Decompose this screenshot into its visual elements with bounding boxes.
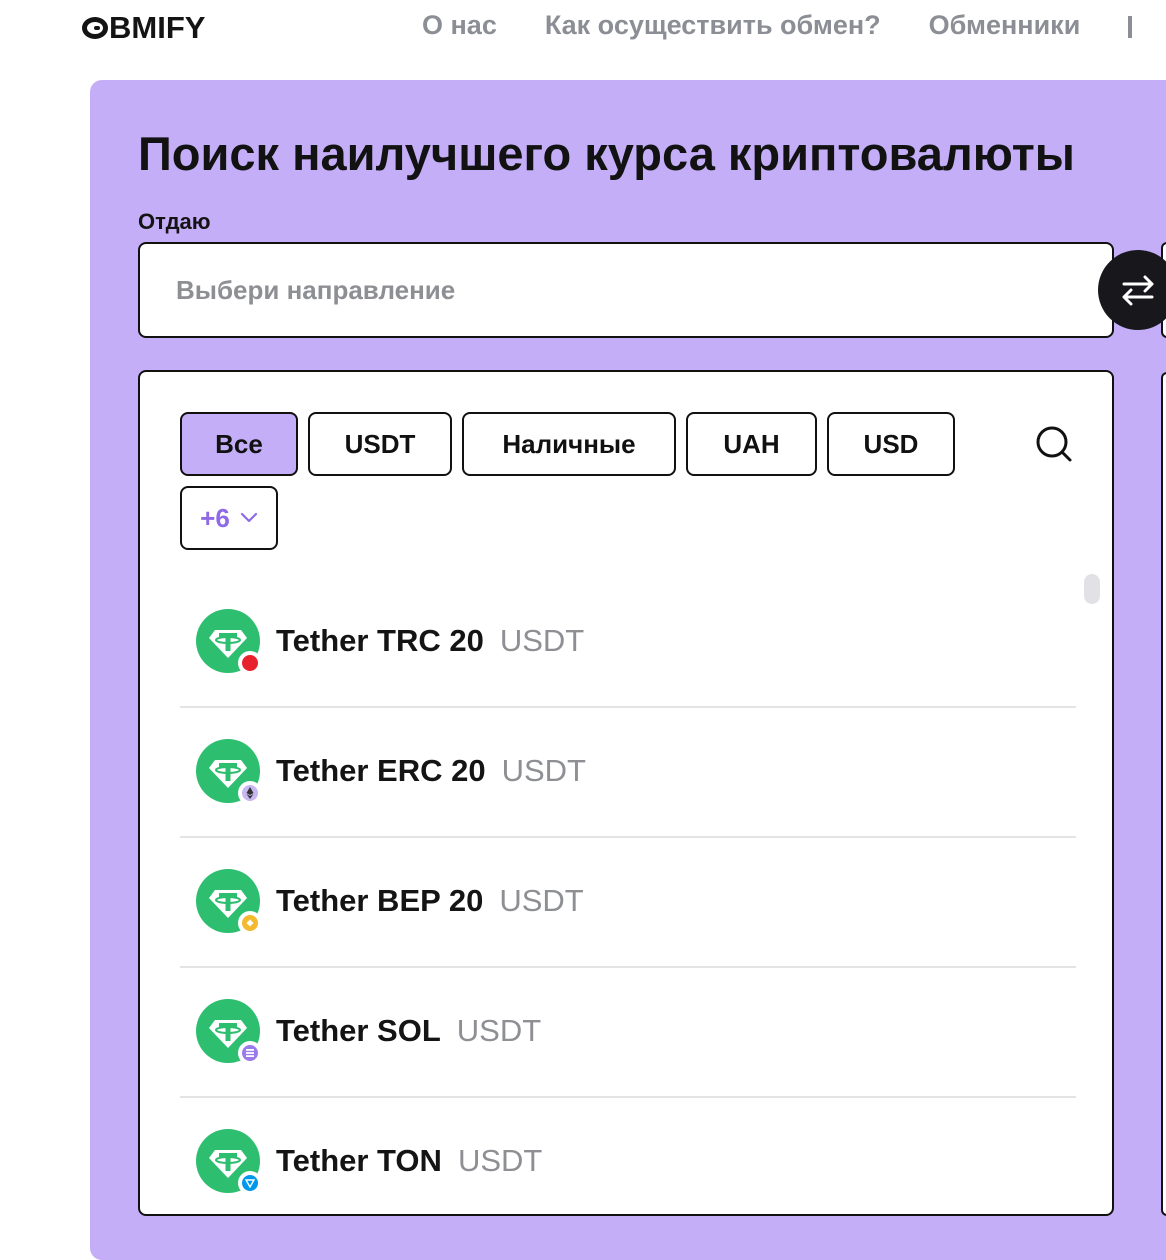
- tether-coin-icon: [196, 1129, 262, 1195]
- logo-mark-icon: [82, 17, 108, 39]
- nav-link-about[interactable]: О нас: [422, 10, 497, 41]
- currency-item-tether-erc20[interactable]: Tether ERC 20 USDT: [180, 706, 1076, 838]
- tether-coin-icon: [196, 999, 262, 1065]
- currency-selector: Все USDT Наличные UAH USD +6 Tether TRC …: [138, 370, 1114, 1216]
- nav-link-exchangers[interactable]: Обменники: [929, 10, 1081, 41]
- logo-text: BMIFY: [109, 10, 206, 45]
- page-title: Поиск наилучшего курса криптовалюты: [138, 127, 1075, 180]
- currency-name: Tether SOL: [276, 1013, 441, 1048]
- currency-name: Tether ERC 20: [276, 753, 486, 788]
- currency-code: USDT: [501, 753, 586, 788]
- currency-name: Tether TRC 20: [276, 623, 484, 658]
- currency-item-tether-sol[interactable]: Tether SOL USDT: [180, 966, 1076, 1098]
- filter-more-button[interactable]: +6: [180, 486, 278, 550]
- give-direction-field[interactable]: [138, 242, 1114, 338]
- list-scrollbar-thumb[interactable]: [1084, 574, 1100, 604]
- tron-icon: [238, 651, 262, 675]
- filter-more-label: +6: [200, 502, 230, 533]
- currency-code: USDT: [457, 1143, 543, 1178]
- currency-code: USDT: [456, 1013, 542, 1048]
- chevron-down-icon: [240, 512, 257, 523]
- nav-link-truncated[interactable]: [1128, 16, 1133, 38]
- currency-name: Tether BEP 20: [276, 883, 484, 918]
- currency-code: USDT: [499, 883, 584, 918]
- currency-code: USDT: [499, 623, 585, 658]
- currency-name: Tether TON: [276, 1143, 442, 1178]
- solana-icon: [238, 1041, 262, 1065]
- give-label: Отдаю: [138, 209, 211, 234]
- filter-chip-usd[interactable]: USD: [827, 412, 955, 476]
- search-icon[interactable]: [1034, 424, 1074, 464]
- ethereum-icon: [238, 781, 262, 805]
- nav-link-how-to-exchange[interactable]: Как осуществить обмен?: [545, 10, 881, 41]
- currency-item-tether-bep20[interactable]: Tether BEP 20 USDT: [180, 836, 1076, 968]
- filter-chip-cash[interactable]: Наличные: [462, 412, 676, 476]
- filter-chip-all[interactable]: Все: [180, 412, 298, 476]
- currency-item-tether-ton[interactable]: Tether TON USDT: [180, 1096, 1076, 1214]
- site-logo[interactable]: BMIFY: [82, 10, 205, 46]
- top-nav: О нас Как осуществить обмен? Обменники: [422, 10, 1133, 41]
- receive-list-panel: [1161, 372, 1166, 1216]
- tether-coin-icon: [196, 609, 262, 675]
- filter-chip-uah[interactable]: UAH: [686, 412, 817, 476]
- tether-coin-icon: [196, 739, 262, 805]
- bnb-icon: [238, 911, 262, 935]
- currency-item-tether-trc20[interactable]: Tether TRC 20 USDT: [180, 576, 1076, 708]
- ton-icon: [238, 1171, 262, 1195]
- tether-coin-icon: [196, 869, 262, 935]
- give-direction-input[interactable]: [140, 244, 1112, 336]
- swap-arrows-icon: [1122, 275, 1154, 306]
- filter-chip-usdt[interactable]: USDT: [308, 412, 452, 476]
